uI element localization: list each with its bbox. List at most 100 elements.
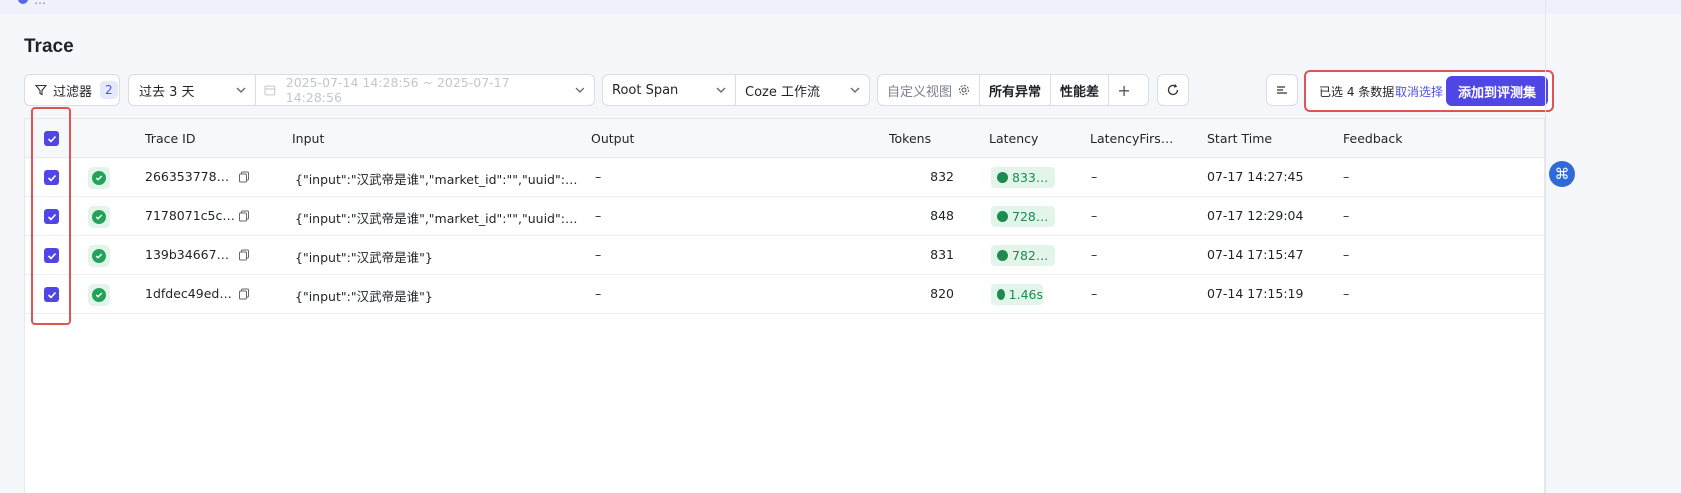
input-cell: {"input":"汉武帝是谁","market_id":"","uuid":… <box>295 172 578 187</box>
column-header-output[interactable]: Output <box>591 131 634 146</box>
trace-id[interactable]: 1dfdec49ed… <box>145 286 232 301</box>
success-icon <box>92 171 106 185</box>
latency-first-cell: – <box>1091 286 1098 301</box>
top-notice-bar: … <box>0 0 1681 14</box>
tokens-cell: 832 <box>930 169 954 184</box>
tokens-cell: 831 <box>930 247 954 262</box>
date-range-input[interactable]: 2025-07-14 14:28:56 ~ 2025-07-17 14:28:5… <box>255 74 595 106</box>
latency-value: 833… <box>1012 170 1049 185</box>
gear-icon <box>959 85 969 95</box>
start-time-cell: 07-17 12:29:04 <box>1207 208 1304 223</box>
date-range-value: 2025-07-14 14:28:56 ~ 2025-07-17 14:28:5… <box>285 75 510 105</box>
tokens-cell: 848 <box>930 208 954 223</box>
latency-value: 782… <box>1012 248 1049 263</box>
add-to-eval-set-button[interactable]: 添加到评测集 <box>1446 76 1548 106</box>
trace-table: Trace ID Input Output Tokens Latency Lat… <box>24 118 1545 493</box>
feedback-cell: – <box>1343 286 1350 301</box>
chevron-down-icon <box>575 87 585 93</box>
table-header: Trace ID Input Output Tokens Latency Lat… <box>25 119 1544 158</box>
output-cell: – <box>595 208 602 223</box>
input-cell: {"input":"汉武帝是谁"} <box>295 250 433 265</box>
checkbox-highlight-annotation <box>31 107 71 325</box>
trace-id[interactable]: 7178071c5c… <box>145 208 235 223</box>
input-cell: {"input":"汉武帝是谁"} <box>295 289 433 304</box>
clock-icon <box>997 250 1008 261</box>
page-title: Trace <box>24 36 74 57</box>
column-settings-icon <box>1277 86 1287 94</box>
latency-first-cell: – <box>1091 169 1098 184</box>
output-cell: – <box>595 286 602 301</box>
copy-icon[interactable] <box>238 249 250 261</box>
filter-label: 过滤器 <box>53 84 93 100</box>
latency-badge: 728… <box>991 206 1055 227</box>
panel-divider <box>1545 0 1546 493</box>
table-row[interactable]: 266353778… {"input":"汉武帝是谁","market_id":… <box>25 158 1544 197</box>
table-row[interactable]: 7178071c5c… {"input":"汉武帝是谁","market_id"… <box>25 197 1544 236</box>
feedback-cell: – <box>1343 247 1350 262</box>
info-icon <box>18 0 28 4</box>
column-header-start-time[interactable]: Start Time <box>1207 131 1272 146</box>
funnel-icon <box>35 84 47 96</box>
column-header-latency-first[interactable]: LatencyFirs… <box>1090 131 1173 146</box>
latency-badge: 833… <box>991 167 1055 188</box>
column-header-feedback[interactable]: Feedback <box>1343 131 1403 146</box>
output-cell: – <box>595 169 602 184</box>
top-notice-text: … <box>34 0 46 7</box>
floating-assistant-button[interactable]: ⌘ <box>1549 161 1575 187</box>
latency-value: 1.46s <box>1008 287 1043 302</box>
column-header-latency[interactable]: Latency <box>989 131 1038 146</box>
start-time-cell: 07-14 17:15:47 <box>1207 247 1304 262</box>
span-type-select[interactable]: Root Span <box>602 74 736 106</box>
refresh-button[interactable] <box>1157 74 1189 106</box>
cancel-selection-link[interactable]: 取消选择 <box>1395 83 1443 100</box>
workflow-select[interactable]: Coze 工作流 <box>735 74 870 106</box>
column-header-trace-id[interactable]: Trace ID <box>145 131 195 146</box>
workflow-value: Coze 工作流 <box>745 84 820 100</box>
tokens-cell: 820 <box>930 286 954 301</box>
latency-badge: 782… <box>991 245 1055 266</box>
time-range-value: 过去 3 天 <box>139 84 195 100</box>
feedback-cell: – <box>1343 169 1350 184</box>
add-view-button[interactable]: + <box>1109 75 1139 105</box>
filter-button[interactable]: 过滤器 2 <box>24 74 120 106</box>
input-cell: {"input":"汉武帝是谁","market_id":"","uuid":… <box>295 211 578 226</box>
custom-view-button[interactable]: 自定义视图 <box>878 75 980 105</box>
selected-count: 已选 4 条数据 <box>1319 85 1395 99</box>
view-poor-performance[interactable]: 性能差 <box>1051 75 1110 105</box>
success-icon <box>92 249 106 263</box>
success-icon <box>92 210 106 224</box>
column-header-tokens[interactable]: Tokens <box>889 131 931 146</box>
span-type-value: Root Span <box>612 82 679 98</box>
trace-id[interactable]: 139b34667… <box>145 247 229 262</box>
view-all-errors[interactable]: 所有异常 <box>980 75 1052 105</box>
column-settings-button[interactable] <box>1266 74 1298 106</box>
success-icon <box>92 288 106 302</box>
column-header-input[interactable]: Input <box>292 131 324 146</box>
refresh-icon <box>1167 84 1179 96</box>
output-cell: – <box>595 247 602 262</box>
view-selector: 自定义视图 所有异常 性能差 + <box>877 74 1149 106</box>
selection-panel: 已选 4 条数据 取消选择 添加到评测集 <box>1304 70 1554 112</box>
custom-view-label: 自定义视图 <box>887 84 953 100</box>
table-row[interactable]: 1dfdec49ed… {"input":"汉武帝是谁"} – 820 1.46… <box>25 275 1544 314</box>
chevron-down-icon <box>716 87 726 93</box>
start-time-cell: 07-17 14:27:45 <box>1207 169 1304 184</box>
latency-first-cell: – <box>1091 247 1098 262</box>
latency-badge: 1.46s <box>991 284 1043 305</box>
copy-icon[interactable] <box>238 210 250 222</box>
clock-icon <box>997 289 1005 300</box>
time-range-select[interactable]: 过去 3 天 <box>128 74 256 106</box>
calendar-icon <box>264 85 276 96</box>
clock-icon <box>997 211 1008 222</box>
copy-icon[interactable] <box>238 288 250 300</box>
table-row[interactable]: 139b34667… {"input":"汉武帝是谁"} – 831 782… … <box>25 236 1544 275</box>
clock-icon <box>997 172 1008 183</box>
chevron-down-icon <box>850 87 860 93</box>
latency-first-cell: – <box>1091 208 1098 223</box>
filter-count-badge: 2 <box>100 81 118 99</box>
latency-value: 728… <box>1012 209 1049 224</box>
trace-id[interactable]: 266353778… <box>145 169 229 184</box>
feedback-cell: – <box>1343 208 1350 223</box>
chevron-down-icon <box>236 87 246 93</box>
copy-icon[interactable] <box>238 171 250 183</box>
